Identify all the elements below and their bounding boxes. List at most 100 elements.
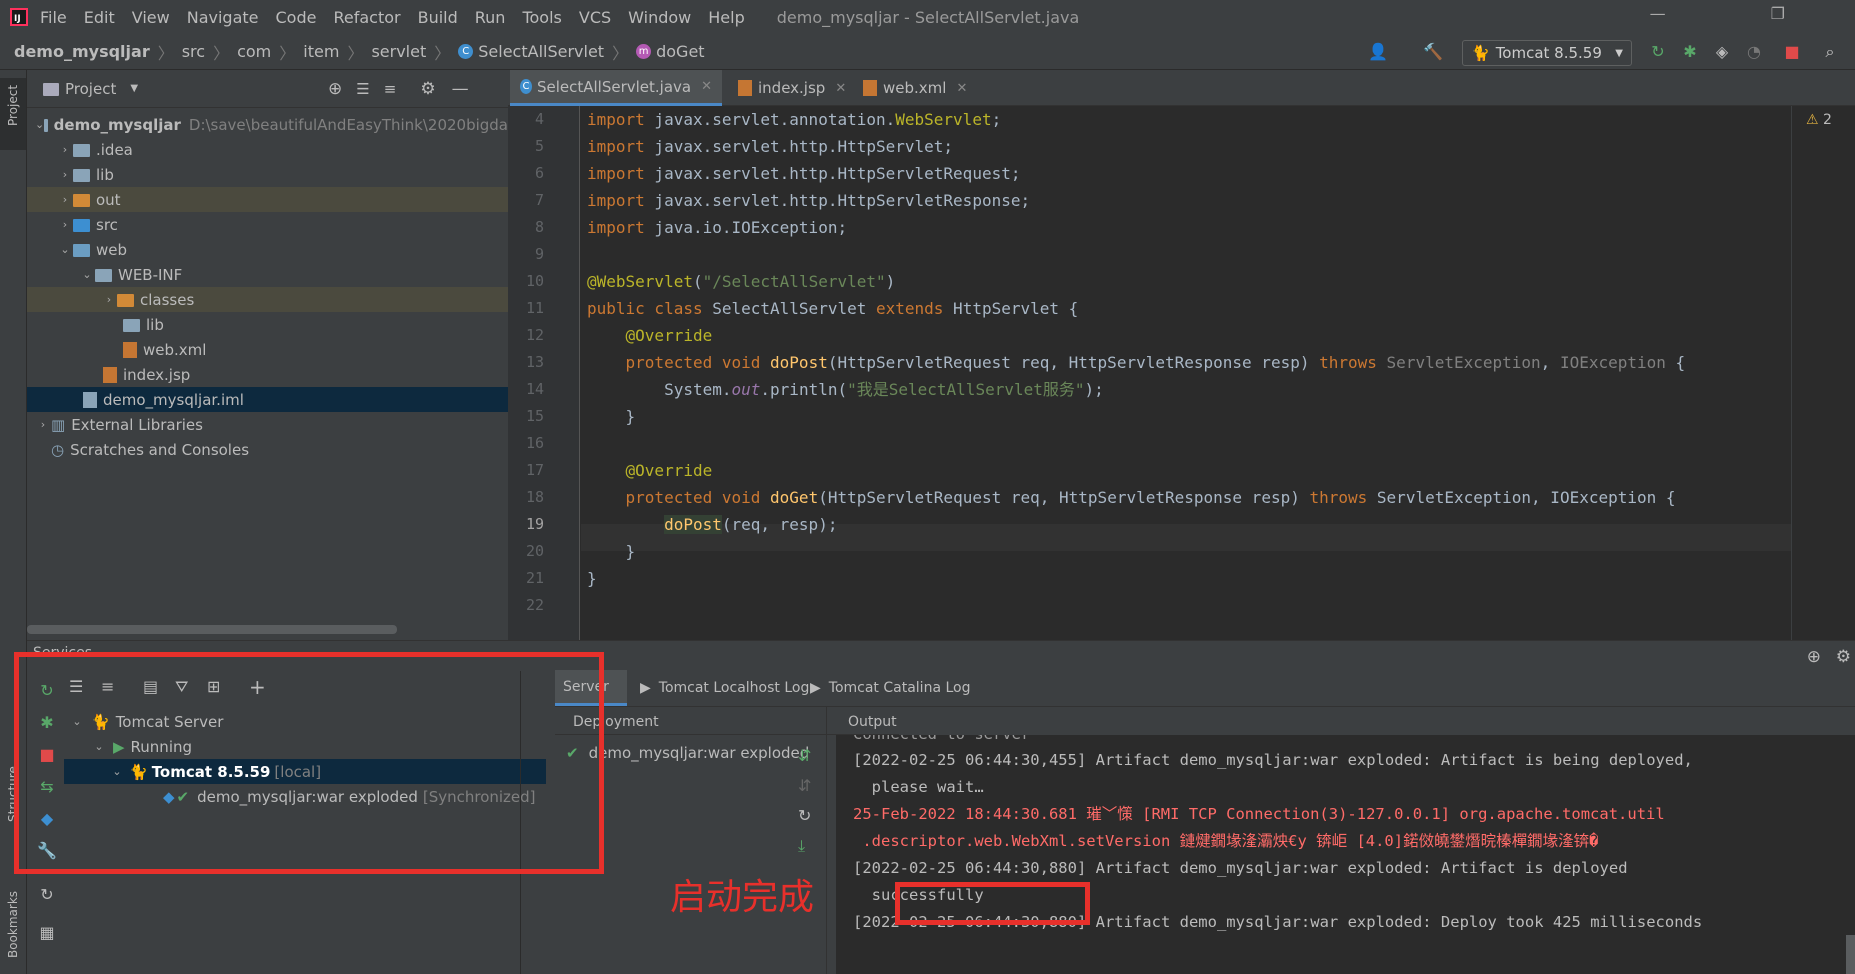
tree-item-index-jsp[interactable]: index.jsp (27, 362, 508, 387)
menu-edit[interactable]: Edit (84, 8, 115, 27)
code-line: } (587, 542, 636, 561)
tab-select-all-servlet[interactable]: C SelectAllServlet.java ✕ (510, 70, 722, 106)
chevron-down-icon[interactable]: ⌄ (57, 243, 73, 256)
breadcrumb-com[interactable]: com (237, 42, 271, 61)
code-editor[interactable]: import javax.servlet.annotation.WebServl… (581, 106, 1855, 640)
tree-item-classes[interactable]: › classes (27, 287, 508, 312)
folder-icon (73, 169, 90, 182)
coverage-icon[interactable]: ◈ (1712, 42, 1732, 62)
tree-item-external-libraries[interactable]: › ▥ External Libraries (27, 412, 508, 437)
breadcrumb-servlet[interactable]: servlet (371, 42, 426, 61)
build-hammer-icon[interactable]: 🔨 (1423, 42, 1443, 62)
locate-icon[interactable]: ⊕ (1807, 647, 1821, 667)
menu-run[interactable]: Run (475, 8, 506, 27)
tree-item-scratches[interactable]: ◷ Scratches and Consoles (27, 437, 508, 462)
tree-item-web[interactable]: ⌄ web (27, 237, 508, 262)
breadcrumb-class[interactable]: SelectAllServlet (478, 42, 604, 61)
tree-item-root[interactable]: ⌄ demo_mysqljar D:\save\beautifulAndEasy… (27, 112, 508, 137)
tab-index-jsp[interactable]: index.jsp ✕ (728, 70, 856, 106)
output-console[interactable]: Connected to server [2022-02-25 06:44:30… (836, 735, 1855, 974)
annotation-label: 启动完成 (670, 877, 815, 918)
undeploy-icon[interactable]: ⇵ (798, 776, 811, 795)
menu-help[interactable]: Help (708, 8, 744, 27)
menu-build[interactable]: Build (418, 8, 458, 27)
tab-label: SelectAllServlet.java (536, 77, 692, 96)
breadcrumb-method[interactable]: doGet (656, 42, 704, 61)
tree-item-path: D:\save\beautifulAndEasyThink\2020bigda (188, 115, 508, 134)
refresh-icon[interactable]: ↻ (798, 806, 811, 825)
tree-item-label: src (96, 215, 118, 234)
close-icon[interactable]: ✕ (956, 81, 967, 96)
tree-item-label: .idea (96, 140, 133, 159)
breadcrumb-item[interactable]: item (303, 42, 339, 61)
chevron-down-icon[interactable]: ⌄ (35, 118, 44, 131)
layout-icon[interactable]: ▦ (37, 923, 57, 943)
chevron-right-icon[interactable]: › (57, 193, 73, 206)
chevron-right-icon[interactable]: › (57, 143, 73, 156)
line-number: 20 (525, 542, 544, 560)
chevron-down-icon[interactable]: ⌄ (79, 268, 95, 281)
tree-item-lib[interactable]: › lib (27, 162, 508, 187)
project-view-select[interactable]: Project (65, 80, 116, 98)
user-icon[interactable]: 👤 (1368, 42, 1388, 62)
locate-icon[interactable]: ⊕ (328, 79, 342, 99)
collapse-all-icon[interactable]: ≡ (384, 80, 397, 98)
menu-vcs[interactable]: VCS (579, 8, 611, 27)
chevron-right-icon[interactable]: › (57, 218, 73, 231)
code-line: protected void doGet(HttpServletRequest … (625, 488, 1676, 507)
debug-icon[interactable]: ✱ (1680, 42, 1700, 62)
tree-item-label: demo_mysqljar.iml (103, 390, 244, 409)
breadcrumb-project[interactable]: demo_mysqljar (14, 42, 150, 61)
warning-indicator[interactable]: ⚠ 2 (1806, 112, 1832, 128)
tree-item-web-inf-lib[interactable]: lib (27, 312, 508, 337)
menu-file[interactable]: File (40, 8, 67, 27)
tree-item-web-inf[interactable]: ⌄ WEB-INF (27, 262, 508, 287)
output-scrollbar[interactable] (1846, 935, 1855, 974)
horizontal-scrollbar[interactable] (27, 625, 397, 634)
chevron-right-icon[interactable]: › (57, 168, 73, 181)
window-controls[interactable]: — ❐ (1650, 4, 1835, 23)
hide-icon[interactable]: — (452, 79, 469, 99)
download-icon[interactable]: ⤓ (798, 836, 805, 856)
menu-view[interactable]: View (132, 8, 170, 27)
line-number: 18 (525, 488, 544, 506)
profile-icon[interactable]: ◔ (1744, 42, 1764, 62)
chevron-right-icon[interactable]: › (101, 293, 117, 306)
search-icon[interactable]: ⌕ (1820, 42, 1840, 62)
expand-all-icon[interactable]: ☰ (356, 80, 369, 98)
menu-refactor[interactable]: Refactor (333, 8, 400, 27)
tree-item-out[interactable]: › out (27, 187, 508, 212)
breadcrumb-src[interactable]: src (182, 42, 205, 61)
tree-item-idea[interactable]: › .idea (27, 137, 508, 162)
close-icon[interactable]: ✕ (701, 79, 712, 94)
tree-item-src[interactable]: › src (27, 212, 508, 237)
gear-icon[interactable]: ⚙ (420, 79, 435, 99)
tab-catalina-log[interactable]: ▶ Tomcat Catalina Log (810, 670, 970, 706)
tab-localhost-log[interactable]: ▶ Tomcat Localhost Log (640, 670, 809, 706)
rerun-icon[interactable]: ↻ (1648, 42, 1668, 62)
method-icon: m (636, 44, 652, 59)
menu-bar: IJ File Edit View Navigate Code Refactor… (0, 0, 1855, 34)
gear-icon[interactable]: ⚙ (1836, 647, 1851, 667)
annotation-box-services-tree (14, 652, 604, 874)
menu-window[interactable]: Window (628, 8, 691, 27)
tab-web-xml[interactable]: web.xml ✕ (853, 70, 977, 106)
project-stripe-label[interactable]: Project (6, 85, 20, 126)
stop-icon[interactable]: ■ (1782, 42, 1802, 62)
tree-item-iml[interactable]: demo_mysqljar.iml (27, 387, 508, 412)
refresh-icon[interactable]: ↻ (37, 885, 57, 905)
line-number: 16 (525, 434, 544, 452)
console-icon: ▶ (640, 680, 651, 696)
chevron-right-icon[interactable]: › (35, 418, 51, 431)
menu-tools[interactable]: Tools (522, 8, 561, 27)
chevron-down-icon[interactable]: ▼ (130, 83, 138, 94)
bookmarks-stripe-label[interactable]: Bookmarks (6, 891, 20, 958)
deploy-icon[interactable]: ⇵ (798, 746, 811, 765)
tree-item-web-xml[interactable]: web.xml (27, 337, 508, 362)
menu-code[interactable]: Code (276, 8, 317, 27)
editor-scrollbar[interactable]: ⚠ 2 (1791, 106, 1855, 640)
run-configuration-select[interactable]: 🐈 Tomcat 8.5.59 ▼ (1462, 40, 1632, 66)
menu-navigate[interactable]: Navigate (187, 8, 259, 27)
close-icon[interactable]: ✕ (835, 81, 846, 96)
web-folder-icon (73, 244, 90, 257)
